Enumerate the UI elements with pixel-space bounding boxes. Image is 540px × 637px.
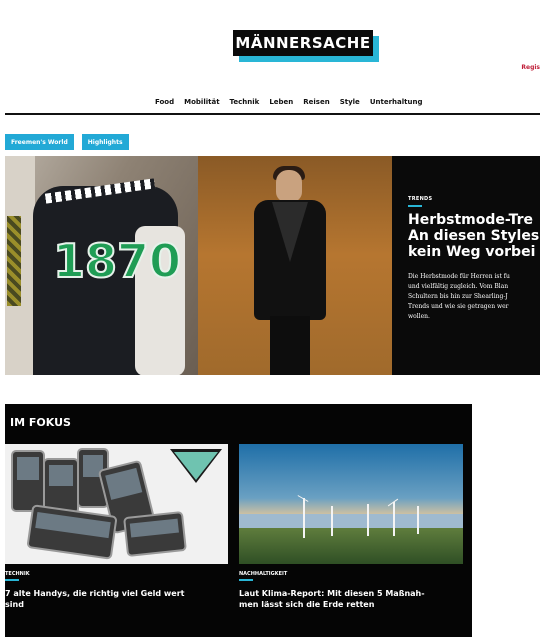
phone-shape <box>26 504 118 560</box>
card-image-handys[interactable] <box>5 444 228 564</box>
nav-item-food[interactable]: Food <box>155 98 174 106</box>
tag-freemens-world[interactable]: Freemen's World <box>5 134 74 150</box>
triangle-icon <box>174 452 218 480</box>
register-link[interactable]: Regis <box>521 64 540 71</box>
card-kicker-line <box>239 579 253 581</box>
nav-item-technik[interactable]: Technik <box>230 98 260 106</box>
wind-turbine <box>393 502 395 536</box>
logo[interactable]: MÄNNERSACHE <box>233 30 379 64</box>
card-kicker: TECHNIK <box>5 571 30 577</box>
hero-teaser-text: Die Herbstmode für Herren ist fu und vie… <box>408 273 510 320</box>
card-image-windpark[interactable] <box>239 444 463 564</box>
card-title[interactable]: 7 alte Handys, die richtig viel Geld wer… <box>5 588 227 610</box>
phone-shape <box>123 510 187 558</box>
hero-teaser[interactable]: 1870 TRENDS Herbstmode-Tre An diesen Sty… <box>5 156 540 375</box>
window-frame-top <box>0 0 540 12</box>
nav-item-leben[interactable]: Leben <box>269 98 293 106</box>
tag-highlights[interactable]: Highlights <box>81 134 129 150</box>
wind-turbine <box>331 506 333 536</box>
card-title[interactable]: Laut Klima-Report: Mit diesen 5 Maßnah- … <box>239 588 461 610</box>
nav-item-reisen[interactable]: Reisen <box>303 98 329 106</box>
phone-shape <box>11 450 45 512</box>
hero-text: TRENDS Herbstmode-Tre An diesen Styles k… <box>408 196 540 322</box>
hero-title[interactable]: Herbstmode-Tre An diesen Styles kein Weg… <box>408 212 540 260</box>
card-kicker: NACHHALTIGKEIT <box>239 571 288 577</box>
wind-turbine <box>303 498 305 538</box>
hero-kicker: TRENDS <box>408 196 433 202</box>
model-legs <box>270 316 310 375</box>
nav-item-style[interactable]: Style <box>340 98 360 106</box>
tie-shape <box>7 216 21 306</box>
wind-turbine <box>417 506 419 534</box>
main-nav: Food Mobilität Technik Leben Reisen Styl… <box>155 98 422 106</box>
hero-kicker-line <box>408 205 422 207</box>
model-head <box>276 170 302 202</box>
hero-image-model[interactable] <box>198 156 392 375</box>
tag-bar: Freemen's World Highlights <box>5 134 129 150</box>
wind-turbine <box>367 504 369 536</box>
jacket-number: 1870 <box>52 233 182 289</box>
nav-item-unterhaltung[interactable]: Unterhaltung <box>370 98 423 106</box>
nav-item-mobilitaet[interactable]: Mobilität <box>184 98 219 106</box>
hero-image-jacket[interactable]: 1870 <box>5 156 198 375</box>
card-kicker-line <box>5 579 19 581</box>
logo-text[interactable]: MÄNNERSACHE <box>233 30 373 56</box>
site-header: MÄNNERSACHE Regis Food Mobilität Technik… <box>5 12 540 115</box>
im-fokus-section: IM FOKUS TECHNIK 7 alte Handys, die rich… <box>5 404 472 637</box>
sea-shape <box>239 514 463 528</box>
section-title: IM FOKUS <box>10 416 71 429</box>
